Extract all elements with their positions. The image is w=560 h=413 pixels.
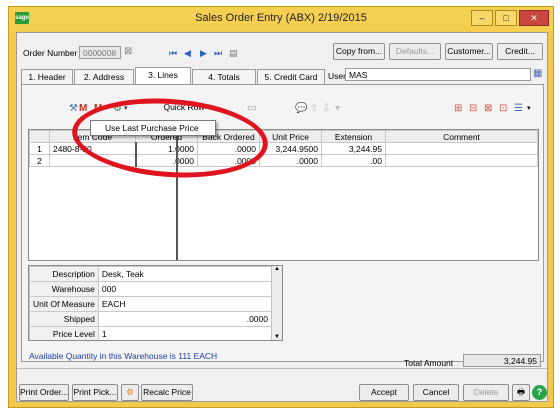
- tab-totals[interactable]: 4. Totals: [192, 69, 256, 84]
- col-unit-price[interactable]: Unit Price: [259, 130, 322, 143]
- scroll-up-icon[interactable]: ▲: [272, 266, 282, 272]
- footer-divider: [17, 368, 547, 369]
- user-field[interactable]: MAS: [345, 68, 531, 81]
- detail-row-description: Description Desk, Teak: [29, 266, 273, 282]
- sales-order-window: sage Sales Order Entry (ABX) 2/19/2015 –…: [8, 6, 554, 408]
- accept-button[interactable]: Accept: [359, 384, 409, 401]
- total-amount-field: 3,244.95: [463, 354, 541, 367]
- warehouse-value[interactable]: 000: [97, 281, 273, 297]
- scroll-down-icon[interactable]: ▼: [272, 334, 282, 340]
- print-order-button[interactable]: Print Order...: [19, 384, 69, 401]
- cell-extension: 3,244.95: [321, 142, 386, 155]
- minimize-button[interactable]: –: [471, 10, 493, 26]
- shipped-label: Shipped: [29, 311, 99, 327]
- last-record-icon[interactable]: ⏭: [214, 49, 223, 58]
- help-icon[interactable]: ?: [532, 385, 547, 400]
- tab-address[interactable]: 2. Address: [74, 69, 134, 84]
- order-number-field[interactable]: 0000008: [79, 46, 121, 59]
- delete-row-icon[interactable]: ⊟: [469, 103, 477, 114]
- title-bar[interactable]: sage Sales Order Entry (ABX) 2/19/2015 –…: [9, 7, 553, 31]
- tab-header[interactable]: 1. Header: [21, 69, 73, 84]
- printer-icon[interactable]: 🖶: [512, 384, 530, 401]
- row-num: 2: [29, 154, 50, 167]
- cut-row-icon[interactable]: ⊠: [484, 103, 492, 114]
- description-label: Description: [29, 266, 99, 282]
- detail-scrollbar[interactable]: ▲ ▼: [271, 266, 282, 340]
- comment-icon[interactable]: 💬: [295, 103, 307, 114]
- user-notes-icon[interactable]: ▦: [533, 68, 542, 79]
- detail-row-price-level: Price Level 1: [29, 326, 273, 340]
- maximize-button[interactable]: □: [495, 10, 517, 26]
- previous-record-icon[interactable]: ◀: [184, 49, 193, 58]
- col-row-num: [29, 130, 50, 143]
- unit-of-measure-value[interactable]: EACH: [97, 296, 273, 312]
- window-client-area: Order Number 0000008 ⊠ ⏮ ◀ ▶ ⏭ ▤ Copy fr…: [16, 32, 548, 402]
- user-label: User: [328, 71, 346, 81]
- total-amount-label: Total Amount: [404, 358, 454, 368]
- insert-row-icon[interactable]: ⊞: [454, 103, 462, 114]
- grid-options-dropdown-icon[interactable]: ▾: [527, 103, 531, 114]
- cancel-button[interactable]: Cancel: [413, 384, 459, 401]
- cell-comment[interactable]: [385, 154, 538, 167]
- warehouse-label: Warehouse: [29, 281, 99, 297]
- magic-wand-icon[interactable]: ⚒: [69, 103, 78, 114]
- record-list-icon[interactable]: ▤: [229, 49, 238, 58]
- price-level-label: Price Level: [29, 326, 99, 340]
- disabled-dropdown-icon: ▾: [335, 103, 341, 114]
- close-button[interactable]: ✕: [519, 10, 549, 26]
- col-comment[interactable]: Comment: [385, 130, 538, 143]
- detail-row-warehouse: Warehouse 000: [29, 281, 273, 297]
- tab-lines[interactable]: 3. Lines: [135, 67, 191, 84]
- detail-row-shipped: Shipped .0000: [29, 311, 273, 327]
- copy-from-button[interactable]: Copy from...: [333, 43, 385, 60]
- description-value[interactable]: Desk, Teak: [97, 266, 273, 282]
- detail-row-unit-of-measure: Unit Of Measure EACH: [29, 296, 273, 312]
- credit-button[interactable]: Credit...: [497, 43, 543, 60]
- delete-button[interactable]: Delete: [463, 384, 509, 401]
- row-num: 1: [29, 142, 50, 155]
- cell-comment[interactable]: [385, 142, 538, 155]
- unit-of-measure-label: Unit Of Measure: [29, 296, 99, 312]
- cell-unit-price[interactable]: .0000: [259, 154, 322, 167]
- disabled-tool-icon: ▭: [247, 103, 257, 114]
- price-level-value[interactable]: 1: [97, 326, 273, 340]
- first-record-icon[interactable]: ⏮: [169, 49, 178, 58]
- defaults-button[interactable]: Defaults...: [389, 43, 441, 60]
- disabled-up-icon: ⇧: [310, 103, 319, 114]
- paste-row-icon[interactable]: ⊡: [499, 103, 507, 114]
- recalc-price-button[interactable]: Recalc Price: [141, 384, 193, 401]
- tab-credit-card[interactable]: 5. Credit Card: [257, 69, 325, 84]
- order-lookup-icon[interactable]: ⊠: [124, 46, 132, 57]
- recalc-icon-button[interactable]: ⚙: [121, 384, 139, 401]
- col-extension[interactable]: Extension: [321, 130, 386, 143]
- order-number-label: Order Number: [23, 48, 78, 58]
- cell-extension: .00: [321, 154, 386, 167]
- disabled-down-icon: ⇩: [322, 103, 331, 114]
- grid-options-icon[interactable]: ☰: [514, 103, 523, 114]
- line-detail-panel: Description Desk, Teak Warehouse 000 Uni…: [28, 265, 283, 341]
- cell-unit-price[interactable]: 3,244.9500: [259, 142, 322, 155]
- shipped-value[interactable]: .0000: [97, 311, 273, 327]
- next-record-icon[interactable]: ▶: [200, 49, 209, 58]
- print-pick-button[interactable]: Print Pick...: [72, 384, 118, 401]
- customer-button[interactable]: Customer...: [445, 43, 493, 60]
- available-quantity-text: Available Quantity in this Warehouse is …: [29, 351, 218, 361]
